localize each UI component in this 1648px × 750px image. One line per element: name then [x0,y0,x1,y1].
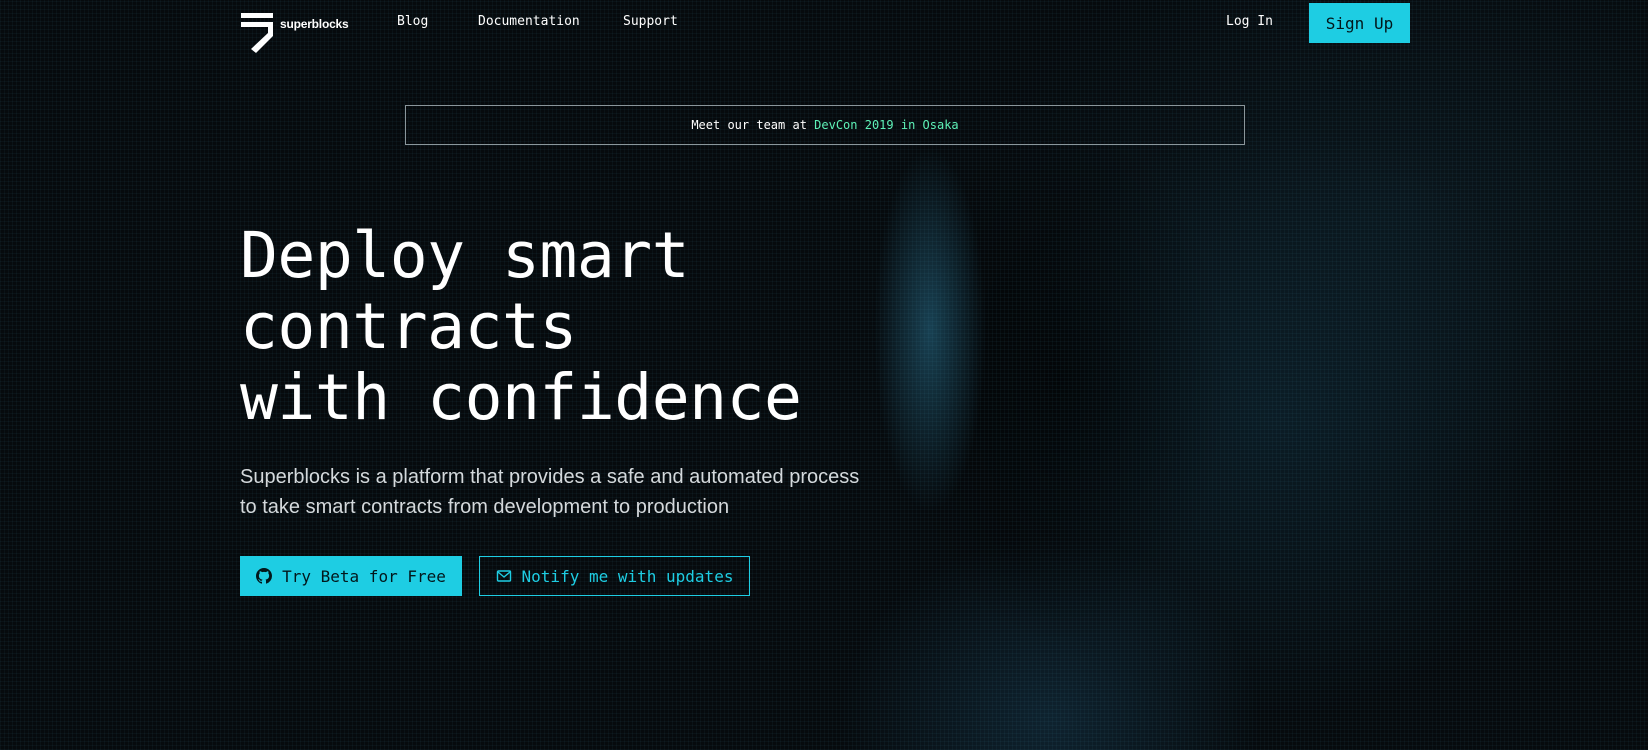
brand-logo[interactable]: superblocks [240,12,349,54]
nav-link-blog[interactable]: Blog [397,14,428,29]
login-link[interactable]: Log In [1226,14,1273,29]
nav-link-support[interactable]: Support [623,14,678,29]
hero-title-line: with confidence [240,361,802,434]
hero-subtitle: Superblocks is a platform that provides … [240,462,920,522]
github-icon [256,568,273,584]
announcement-highlight-link[interactable]: DevCon 2019 in Osaka [814,118,959,132]
hero-title: Deploy smart contracts with confidence [240,219,802,434]
announcement-text: Meet our team at [691,118,815,132]
try-beta-button[interactable]: Try Beta for Free [240,556,462,596]
notify-updates-label: Notify me with updates [521,566,734,586]
try-beta-label: Try Beta for Free [282,566,446,586]
signup-button[interactable]: Sign Up [1309,3,1410,43]
hero-title-line: contracts [240,290,577,363]
hero-title-line: Deploy smart [240,219,690,292]
notify-updates-button[interactable]: Notify me with updates [479,556,750,596]
top-navigation: superblocks Blog Documentation Support L… [0,0,1648,53]
envelope-icon [496,570,511,582]
superblocks-logo-icon [241,13,273,53]
hero-subtitle-line: Superblocks is a platform that provides … [240,466,860,488]
hero-subtitle-line: to take smart contracts from development… [240,496,730,518]
announcement-banner[interactable]: Meet our team at DevCon 2019 in Osaka [405,105,1245,145]
nav-link-documentation[interactable]: Documentation [478,14,580,29]
brand-name: superblocks [280,17,349,31]
